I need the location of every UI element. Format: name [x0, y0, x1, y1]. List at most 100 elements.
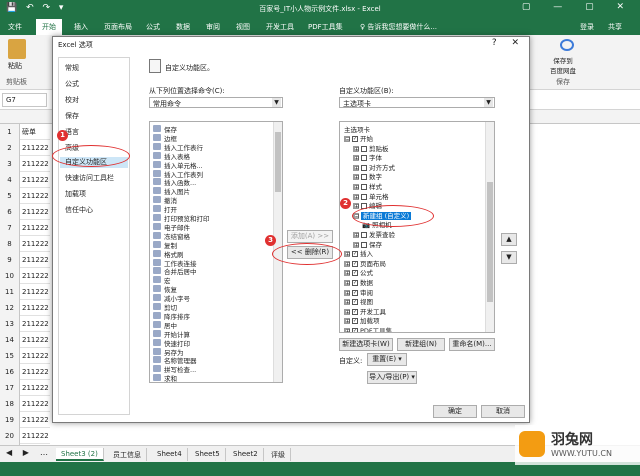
checkbox-icon[interactable]: ✓	[352, 318, 358, 325]
checkbox-icon[interactable]: ✓	[352, 260, 358, 267]
sidebar-item-trust-center[interactable]: 信任中心	[65, 205, 93, 215]
commands-list[interactable]: 保存 边框 插入工作表行 插入表格 插入单元格... 插入工作表列 插入函数... 插入图片撤…	[149, 121, 283, 383]
tree-node[interactable]: ⊞ ✓ 视图	[344, 296, 373, 306]
tree-node[interactable]: ⊞ 数字	[353, 171, 382, 181]
tab-insert[interactable]: 插入	[74, 22, 88, 32]
tab-view[interactable]: 视图	[236, 22, 250, 32]
expand-icon[interactable]: ⊞	[353, 145, 359, 152]
expand-icon[interactable]: ⊞	[353, 193, 359, 200]
move-down-button[interactable]: ▼	[501, 251, 517, 264]
tree-node[interactable]: ⊞ 对齐方式	[353, 162, 395, 172]
dialog-controls[interactable]: ? ✕	[492, 38, 525, 48]
expand-icon[interactable]: ⊞	[353, 203, 359, 210]
cell[interactable]: 磅单	[20, 124, 50, 140]
window-controls[interactable]: ▢ — ▢ ✕	[522, 2, 634, 12]
tree-node[interactable]: ⊞ ✓ 加载项	[344, 315, 380, 325]
checkbox-icon[interactable]: ✓	[352, 289, 358, 296]
row-header[interactable]: 3	[0, 156, 20, 172]
cell[interactable]: 211222	[20, 156, 50, 172]
cell[interactable]: 211222	[20, 316, 50, 332]
tree-node[interactable]: ⊞ 剪贴板	[353, 143, 389, 153]
cell[interactable]: 211222	[20, 380, 50, 396]
row-header[interactable]: 17	[0, 380, 20, 396]
tree-node[interactable]: ⊞ ✓ 公式	[344, 267, 373, 277]
sheet-more-icon[interactable]: …	[40, 448, 48, 457]
checkbox-icon[interactable]	[361, 145, 367, 152]
tree-node[interactable]: ⊞ ✓ 开发工具	[344, 306, 386, 316]
signin-link[interactable]: 登录	[580, 22, 594, 32]
sidebar-item-proofing[interactable]: 校对	[65, 95, 79, 105]
tree-node[interactable]: ⊞ ✓ 数据	[344, 277, 373, 287]
tab-review[interactable]: 审阅	[206, 22, 220, 32]
cell[interactable]: 211222	[20, 428, 50, 444]
cell[interactable]: 211222	[20, 348, 50, 364]
ribbon-tree[interactable]: 主选项卡 ⊟ ✓ 开始 ⊞ 剪贴板 ⊞ 字体 ⊞ 对齐方式 ⊞ 数字 ⊞ 样式 ⊞ 单元格 ⊞ 编辑 ⊟ 新建组 (…	[339, 121, 495, 333]
expand-icon[interactable]: ⊞	[344, 251, 350, 258]
expand-icon[interactable]: ⊞	[353, 241, 359, 248]
expand-icon[interactable]: ⊞	[344, 328, 350, 332]
tab-home[interactable]: 开始	[36, 19, 62, 36]
tab-page-layout[interactable]: 页面布局	[104, 22, 132, 32]
tree-node[interactable]: ⊞ ✓ 审阅	[344, 287, 373, 297]
tell-me-search[interactable]: ♀ 告诉我您想要做什么...	[360, 22, 437, 32]
expand-icon[interactable]: ⊞	[344, 270, 350, 277]
row-header[interactable]: 7	[0, 220, 20, 236]
tab-developer[interactable]: 开发工具	[266, 22, 294, 32]
expand-icon[interactable]: ⊞	[353, 232, 359, 239]
cell[interactable]: 211222	[20, 252, 50, 268]
sheet-tab[interactable]: 员工信息	[108, 448, 147, 461]
checkbox-icon[interactable]: ✓	[352, 136, 358, 142]
tree-scrollbar[interactable]	[485, 122, 494, 332]
command-item[interactable]: 求和	[164, 373, 177, 382]
sidebar-item-quick-access[interactable]: 快速访问工具栏	[65, 173, 114, 183]
cell[interactable]: 211222	[20, 204, 50, 220]
row-header[interactable]: 10	[0, 268, 20, 284]
checkbox-icon[interactable]	[361, 193, 367, 200]
tab-formulas[interactable]: 公式	[146, 22, 160, 32]
tree-node[interactable]: ⊟ ✓ 开始	[344, 133, 373, 143]
scroll-thumb[interactable]	[275, 132, 281, 192]
sidebar-item-general[interactable]: 常规	[65, 63, 79, 73]
move-up-button[interactable]: ▲	[501, 233, 517, 246]
row-header[interactable]: 15	[0, 348, 20, 364]
row-header[interactable]: 18	[0, 396, 20, 412]
cell[interactable]: 211222	[20, 140, 50, 156]
share-button[interactable]: 共享	[608, 22, 622, 32]
ok-button[interactable]: 确定	[433, 405, 477, 418]
baidu-cloud-icon[interactable]	[560, 39, 574, 51]
expand-icon[interactable]: ⊞	[344, 260, 350, 267]
checkbox-icon[interactable]	[361, 174, 367, 181]
sheet-tab[interactable]: Sheet3 (2)	[56, 448, 104, 461]
checkbox-icon[interactable]: ✓	[352, 251, 358, 258]
row-header[interactable]: 14	[0, 332, 20, 348]
add-button[interactable]: 添加(A) >>	[287, 230, 333, 243]
expand-icon[interactable]: ⊞	[344, 299, 350, 306]
sheet-nav-arrows[interactable]: ◀ ▶	[6, 448, 33, 457]
cell[interactable]: 211222	[20, 284, 50, 300]
checkbox-icon[interactable]: ✓	[352, 328, 358, 332]
row-header[interactable]: 2	[0, 140, 20, 156]
ribbon-target-select[interactable]: 主选项卡 ▼	[339, 97, 495, 108]
expand-icon[interactable]: ⊞	[353, 155, 359, 162]
row-header[interactable]: 6	[0, 204, 20, 220]
tree-node[interactable]: ⊞ 发票查验	[353, 229, 395, 239]
checkbox-icon[interactable]: ✓	[352, 270, 358, 277]
cell[interactable]: 211222	[20, 364, 50, 380]
sheet-tab[interactable]: Sheet2	[228, 448, 264, 461]
new-tab-button[interactable]: 新建选项卡(W)	[339, 338, 393, 351]
checkbox-icon[interactable]: ✓	[352, 308, 358, 315]
expand-icon[interactable]: ⊞	[353, 184, 359, 191]
expand-icon[interactable]: ⊞	[344, 289, 350, 296]
cell[interactable]: 211222	[20, 396, 50, 412]
cell[interactable]: 211222	[20, 236, 50, 252]
row-header[interactable]: 19	[0, 412, 20, 428]
checkbox-icon[interactable]	[361, 164, 367, 171]
row-header[interactable]: 9	[0, 252, 20, 268]
expand-icon[interactable]: ⊞	[344, 308, 350, 315]
row-header[interactable]: 5	[0, 188, 20, 204]
sidebar-item-addins[interactable]: 加载项	[65, 189, 86, 199]
cell[interactable]: 211222	[20, 188, 50, 204]
cancel-button[interactable]: 取消	[481, 405, 525, 418]
tree-node[interactable]: ⊞ ✓ PDF工具集	[344, 325, 392, 332]
sidebar-item-formulas[interactable]: 公式	[65, 79, 79, 89]
